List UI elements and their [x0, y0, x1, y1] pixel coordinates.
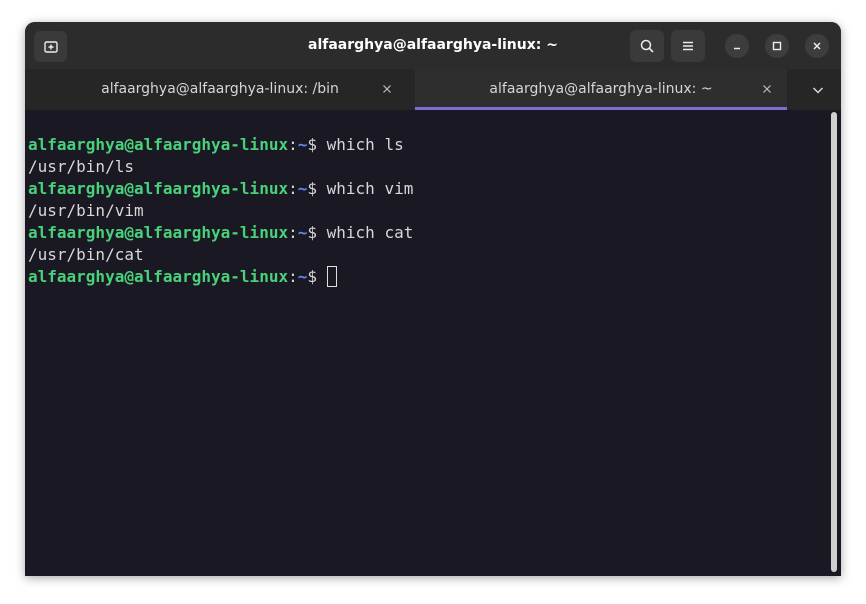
prompt-separator: : — [288, 179, 298, 198]
chevron-down-icon — [812, 87, 824, 94]
prompt-separator: : — [288, 135, 298, 154]
terminal-line: alfaarghya@alfaarghya-linux:~$ which vim — [28, 178, 413, 200]
search-button[interactable] — [630, 30, 664, 62]
new-tab-icon — [43, 40, 58, 53]
header-bar: alfaarghya@alfaarghya-linux: ~ — [25, 22, 841, 69]
prompt-user: alfaarghya@alfaarghya-linux — [28, 267, 289, 286]
main-menu-button[interactable] — [671, 30, 705, 62]
prompt-symbol: $ — [307, 267, 327, 286]
new-tab-button[interactable] — [34, 31, 67, 62]
terminal-output[interactable]: alfaarghya@alfaarghya-linux:~$ which ls … — [25, 110, 831, 576]
window-title: alfaarghya@alfaarghya-linux: ~ — [308, 37, 558, 53]
prompt-path: ~ — [297, 223, 308, 242]
tab-home[interactable]: alfaarghya@alfaarghya-linux: ~ — [415, 69, 787, 110]
prompt-user: alfaarghya@alfaarghya-linux — [28, 135, 289, 154]
minimize-icon — [734, 47, 740, 50]
tab-bar: alfaarghya@alfaarghya-linux: /bin alfaar… — [25, 69, 841, 110]
tab-close-button[interactable] — [379, 81, 395, 97]
prompt-separator: : — [288, 223, 298, 242]
command-text: which cat — [326, 223, 414, 242]
close-icon — [763, 85, 771, 93]
scrollbar[interactable] — [831, 112, 837, 572]
prompt-symbol: $ — [307, 135, 327, 154]
command-text: which ls — [326, 135, 404, 154]
output-text: /usr/bin/vim — [28, 201, 144, 220]
prompt-user: alfaarghya@alfaarghya-linux — [28, 223, 289, 242]
maximize-button[interactable] — [765, 34, 789, 58]
close-icon — [813, 42, 821, 50]
prompt-symbol: $ — [307, 179, 327, 198]
terminal-line: /usr/bin/vim — [28, 200, 144, 222]
terminal-window: alfaarghya@alfaarghya-linux: ~ alfaarghy… — [25, 22, 841, 576]
terminal-line: /usr/bin/ls — [28, 156, 134, 178]
prompt-separator: : — [288, 267, 298, 286]
close-button[interactable] — [805, 34, 829, 58]
prompt-symbol: $ — [307, 223, 327, 242]
hamburger-menu-icon — [683, 41, 693, 51]
terminal-line: alfaarghya@alfaarghya-linux:~$ which ls — [28, 134, 404, 156]
prompt-user: alfaarghya@alfaarghya-linux — [28, 179, 289, 198]
terminal-line: /usr/bin/cat — [28, 244, 144, 266]
output-text: /usr/bin/cat — [28, 245, 144, 264]
text-cursor — [326, 266, 337, 287]
tab-close-button[interactable] — [759, 81, 775, 97]
output-text: /usr/bin/ls — [28, 157, 134, 176]
close-icon — [383, 85, 391, 93]
terminal-line: alfaarghya@alfaarghya-linux:~$ which cat — [28, 222, 413, 244]
terminal-line: alfaarghya@alfaarghya-linux:~$ — [28, 266, 337, 288]
maximize-icon — [772, 41, 782, 51]
minimize-button[interactable] — [725, 34, 749, 58]
prompt-path: ~ — [297, 179, 308, 198]
command-text: which vim — [326, 179, 414, 198]
prompt-path: ~ — [297, 135, 308, 154]
tab-bin[interactable]: alfaarghya@alfaarghya-linux: /bin — [25, 69, 415, 110]
tab-overview-button[interactable] — [809, 81, 827, 99]
prompt-path: ~ — [297, 267, 308, 286]
tab-label: alfaarghya@alfaarghya-linux: ~ — [489, 81, 713, 97]
search-icon — [640, 39, 654, 53]
tab-label: alfaarghya@alfaarghya-linux: /bin — [101, 81, 339, 97]
